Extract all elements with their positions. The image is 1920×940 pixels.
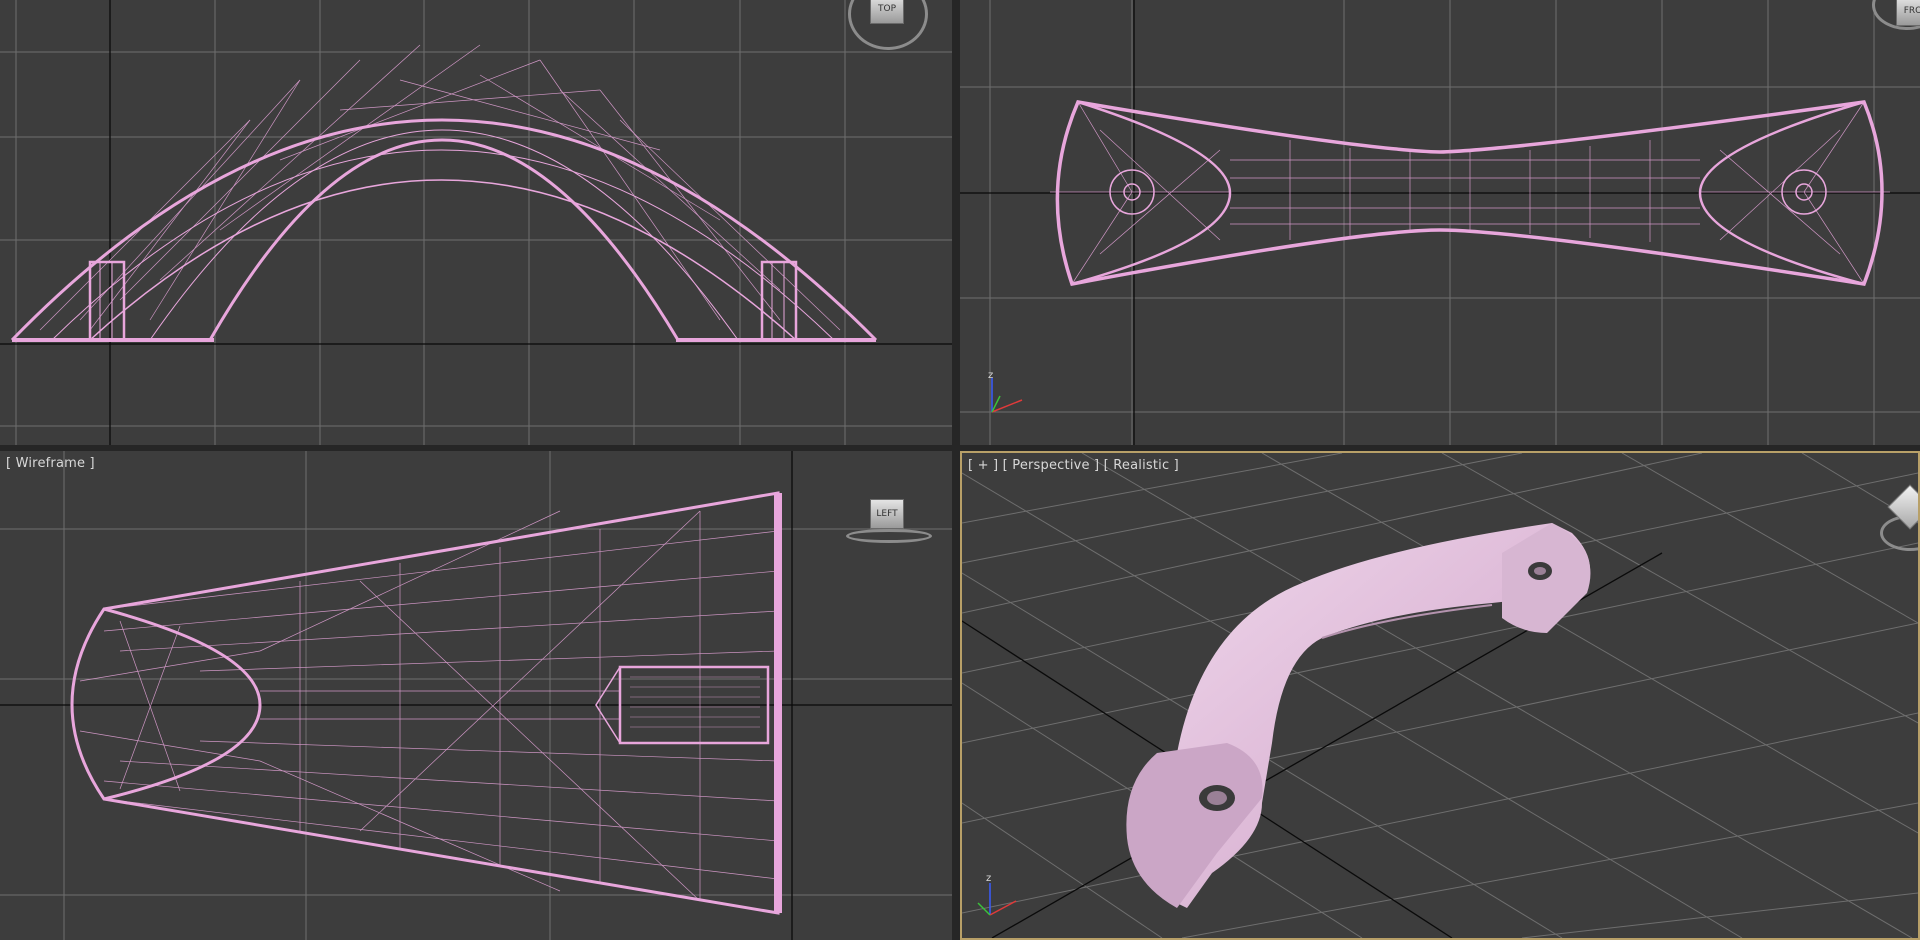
viewcube-ring[interactable] (846, 529, 932, 543)
front-axis-tripod: z (988, 370, 1023, 413)
top-world-axes (0, 0, 952, 445)
viewport-top[interactable]: TOP (0, 0, 952, 445)
top-grid (0, 0, 952, 445)
perspective-axis-tripod: z (977, 873, 1017, 916)
viewport-left[interactable]: [ Wireframe ] LEFT (0, 451, 952, 940)
perspective-grid (962, 453, 1918, 938)
viewcube-face-label: FRO (1903, 6, 1920, 16)
viewcube-face-label: LEFT (876, 509, 898, 519)
left-world-axes (0, 451, 952, 940)
front-grid (960, 0, 1920, 445)
perspective-shaded-handle (1126, 523, 1591, 908)
perspective-view-canvas[interactable]: z (962, 453, 1918, 938)
viewcube[interactable]: FRO (1896, 0, 1920, 26)
viewcube[interactable]: LEFT (870, 499, 904, 529)
front-axis-z-label: z (988, 370, 993, 381)
viewport-front[interactable]: z FRO (960, 0, 1920, 445)
viewcube[interactable]: TOP (870, 0, 904, 24)
viewport-label[interactable]: [ Wireframe ] (6, 456, 95, 471)
viewcube-face-label: TOP (877, 4, 896, 14)
left-grid (0, 451, 952, 940)
left-view-canvas[interactable] (0, 451, 952, 940)
left-wireframe-handle (70, 491, 782, 915)
top-wireframe-handle (10, 44, 878, 342)
front-world-axes (960, 0, 1920, 445)
top-view-canvas[interactable] (0, 0, 952, 445)
viewport-perspective[interactable]: z [ + ] [ Perspective ] [ Realistic ] (960, 451, 1920, 940)
viewport-label[interactable]: [ + ] [ Perspective ] [ Realistic ] (968, 458, 1179, 473)
front-view-canvas[interactable]: z (960, 0, 1920, 445)
perspective-axis-z-label: z (986, 873, 991, 884)
